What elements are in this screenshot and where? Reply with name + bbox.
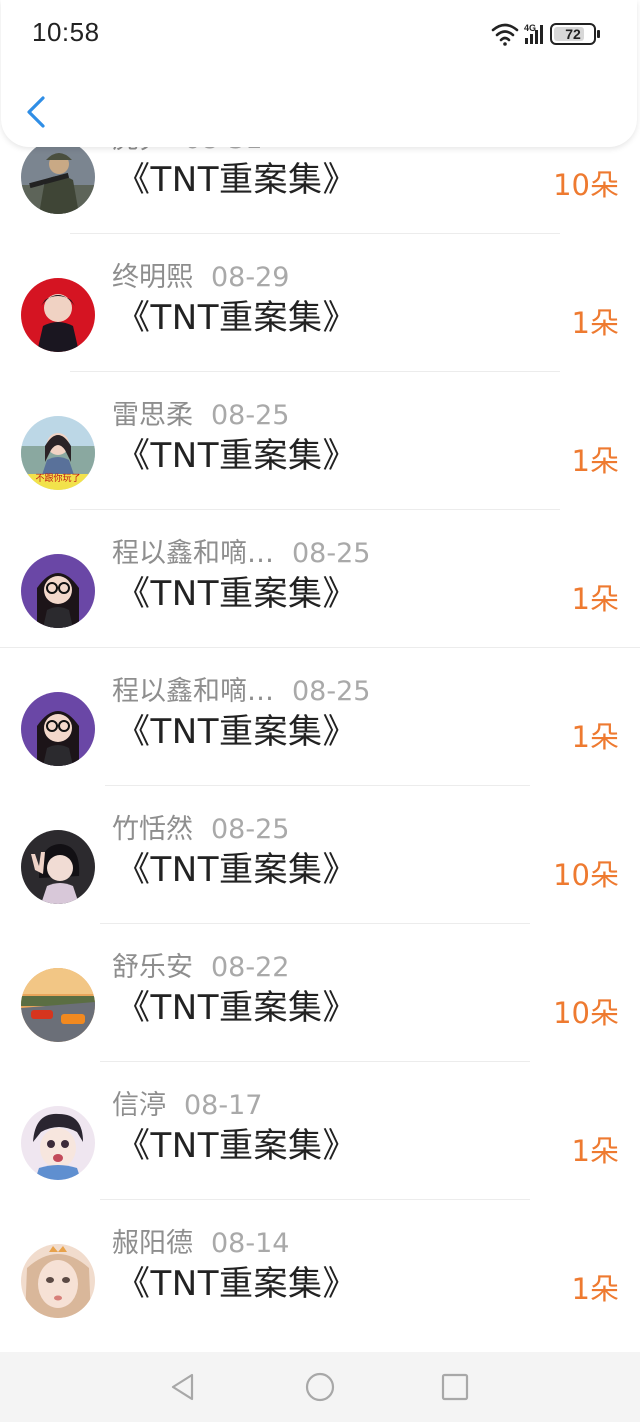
battery-level: 72 bbox=[565, 26, 581, 42]
book-title: 《TNT重案集》 bbox=[116, 1126, 357, 1166]
divider bbox=[100, 923, 530, 924]
user-name: 终明熙 bbox=[112, 262, 193, 293]
item-meta: 雷思柔 08-25 bbox=[112, 400, 289, 432]
user-name: 舒乐安 bbox=[112, 952, 193, 983]
list-item[interactable]: 赧阳德 08-14 《TNT重案集》 1朵 bbox=[0, 1228, 640, 1352]
list-item[interactable]: 舒乐安 08-22 《TNT重案集》 10朵 bbox=[0, 952, 640, 1106]
item-meta: 程以鑫和嘀… 08-25 bbox=[112, 538, 370, 570]
gift-amount: 10朵 bbox=[553, 168, 619, 202]
glasses-girl-avatar bbox=[21, 692, 95, 766]
item-date: 08-17 bbox=[184, 1090, 263, 1121]
red-anime-avatar bbox=[21, 278, 95, 352]
back-button[interactable] bbox=[19, 92, 55, 132]
book-title: 《TNT重案集》 bbox=[116, 574, 357, 614]
peace-sign-avatar bbox=[21, 830, 95, 904]
gift-amount: 10朵 bbox=[553, 858, 619, 892]
gift-amount: 1朵 bbox=[571, 720, 619, 754]
book-title: 《TNT重案集》 bbox=[116, 988, 357, 1028]
screen: 虎尹08-31 《TNT重案集》 10朵 终明熙 08-29 《TNT重案集》 1… bbox=[0, 0, 640, 1422]
book-title: 《TNT重案集》 bbox=[116, 298, 357, 338]
chevron-left-icon bbox=[27, 96, 45, 128]
item-date: 08-25 bbox=[211, 400, 290, 431]
item-meta: 信渟 08-17 bbox=[112, 1090, 262, 1122]
recents-square-icon bbox=[441, 1373, 469, 1401]
divider bbox=[70, 371, 560, 372]
item-date: 08-14 bbox=[211, 1228, 290, 1259]
item-meta: 赧阳德 08-14 bbox=[112, 1228, 289, 1260]
book-title: 《TNT重案集》 bbox=[116, 712, 357, 752]
gift-amount: 10朵 bbox=[553, 996, 619, 1030]
list-item[interactable]: 虎尹08-31 《TNT重案集》 10朵 bbox=[0, 124, 640, 278]
book-title: 《TNT重案集》 bbox=[116, 436, 357, 476]
book-title: 《TNT重案集》 bbox=[116, 850, 357, 890]
wifi-icon bbox=[491, 23, 519, 46]
battery-icon: 72 bbox=[550, 23, 600, 45]
user-name: 程以鑫和嘀… bbox=[112, 538, 274, 569]
list-item[interactable]: 程以鑫和嘀… 08-25 《TNT重案集》 1朵 bbox=[0, 676, 640, 830]
gift-amount: 1朵 bbox=[571, 1134, 619, 1168]
divider bbox=[70, 233, 560, 234]
system-nav-bar bbox=[0, 1352, 640, 1422]
girl-photo-avatar: 不跟你玩了 bbox=[21, 416, 95, 490]
divider bbox=[70, 509, 560, 510]
list-item[interactable]: 信渟 08-17 《TNT重案集》 1朵 bbox=[0, 1090, 640, 1244]
status-icons: 4G 72 bbox=[491, 20, 607, 48]
network-type-label: 4G bbox=[524, 23, 536, 33]
nav-home-button[interactable] bbox=[303, 1370, 337, 1404]
user-name: 雷思柔 bbox=[112, 400, 193, 431]
book-title: 《TNT重案集》 bbox=[116, 1264, 357, 1304]
home-circle-icon bbox=[305, 1372, 335, 1402]
list-item[interactable]: 终明熙 08-29 《TNT重案集》 1朵 bbox=[0, 262, 640, 416]
item-date: 08-22 bbox=[211, 952, 290, 983]
divider bbox=[100, 1199, 530, 1200]
avatar-caption: 不跟你玩了 bbox=[35, 474, 81, 484]
top-bar: 10:58 4G 72 bbox=[1, 0, 637, 147]
list-item[interactable]: 竹恬然 08-25 《TNT重案集》 10朵 bbox=[0, 814, 640, 968]
list-item[interactable]: 程以鑫和嘀… 08-25 《TNT重案集》 1朵 bbox=[0, 538, 640, 692]
item-meta: 竹恬然 08-25 bbox=[112, 814, 289, 846]
user-name: 赧阳德 bbox=[112, 1228, 193, 1259]
book-title: 《TNT重案集》 bbox=[116, 160, 357, 200]
gift-amount: 1朵 bbox=[571, 444, 619, 478]
divider bbox=[105, 785, 530, 786]
gift-amount: 1朵 bbox=[571, 1272, 619, 1306]
soldier-avatar bbox=[21, 140, 95, 214]
item-date: 08-29 bbox=[211, 262, 290, 293]
user-name: 信渟 bbox=[112, 1090, 166, 1121]
item-date: 08-25 bbox=[292, 676, 371, 707]
status-time: 10:58 bbox=[32, 17, 100, 47]
divider bbox=[0, 647, 640, 648]
reward-list[interactable]: 虎尹08-31 《TNT重案集》 10朵 终明熙 08-29 《TNT重案集》 1… bbox=[0, 0, 640, 1352]
divider bbox=[100, 1061, 530, 1062]
gift-amount: 1朵 bbox=[571, 306, 619, 340]
gift-amount: 1朵 bbox=[571, 582, 619, 616]
item-date: 08-25 bbox=[211, 814, 290, 845]
race-car-avatar bbox=[21, 968, 95, 1042]
user-name: 程以鑫和嘀… bbox=[112, 676, 274, 707]
item-meta: 舒乐安 08-22 bbox=[112, 952, 289, 984]
back-triangle-icon bbox=[171, 1373, 194, 1401]
nav-recents-button[interactable] bbox=[438, 1370, 472, 1404]
item-meta: 程以鑫和嘀… 08-25 bbox=[112, 676, 370, 708]
user-name: 竹恬然 bbox=[112, 814, 193, 845]
list-item[interactable]: 不跟你玩了 雷思柔 08-25 《TNT重案集》 1朵 bbox=[0, 400, 640, 554]
glasses-girl-avatar bbox=[21, 554, 95, 628]
nav-back-button[interactable] bbox=[166, 1370, 200, 1404]
anime-boy-avatar bbox=[21, 1106, 95, 1180]
item-meta: 终明熙 08-29 bbox=[112, 262, 289, 294]
illustrated-girl-avatar bbox=[21, 1244, 95, 1318]
item-date: 08-25 bbox=[292, 538, 371, 569]
